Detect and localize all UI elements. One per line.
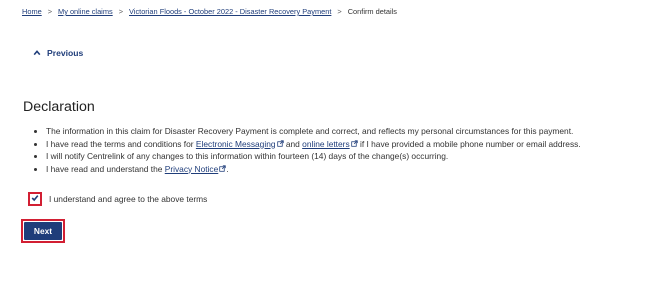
previous-label: Previous xyxy=(47,48,84,58)
external-link-icon xyxy=(276,139,284,147)
breadcrumb-payment-link[interactable]: Victorian Floods - October 2022 - Disast… xyxy=(129,7,331,16)
checkmark-icon xyxy=(31,195,39,202)
electronic-messaging-link-label: Electronic Messaging xyxy=(195,138,276,149)
breadcrumb-home-link[interactable]: Home xyxy=(22,7,42,16)
next-button-focus-ring: Next xyxy=(21,219,65,243)
external-link-icon xyxy=(350,139,358,147)
breadcrumb-separator: > xyxy=(47,7,53,16)
chevron-up-icon xyxy=(33,50,41,56)
declaration-item-text: and xyxy=(283,138,303,149)
declaration-item: The information in this claim for Disast… xyxy=(46,125,646,138)
declaration-item-text: The information in this claim for Disast… xyxy=(46,126,574,136)
breadcrumb: Home > My online claims > Victorian Floo… xyxy=(22,7,397,16)
online-letters-link-label: online letters xyxy=(302,138,350,149)
breadcrumb-current: Confirm details xyxy=(347,7,398,16)
online-letters-link[interactable]: online letters xyxy=(302,139,358,149)
declaration-item: I will notify Centrelink of any changes … xyxy=(46,150,646,163)
privacy-notice-link[interactable]: Privacy Notice xyxy=(165,164,227,174)
declaration-item: I have read and understand the Privacy N… xyxy=(46,163,646,176)
next-button[interactable]: Next xyxy=(24,222,62,240)
breadcrumb-claims-link[interactable]: My online claims xyxy=(58,7,113,16)
privacy-notice-link-label: Privacy Notice xyxy=(164,163,219,174)
declaration-item-text: . xyxy=(226,163,229,174)
declaration-item: I have read the terms and conditions for… xyxy=(46,138,646,151)
declaration-item-text: I will notify Centrelink of any changes … xyxy=(46,151,449,161)
breadcrumb-separator: > xyxy=(118,7,124,16)
declaration-item-text: I have read the terms and conditions for xyxy=(46,138,196,149)
agree-terms-checkbox[interactable] xyxy=(28,192,42,206)
previous-button[interactable]: Previous xyxy=(33,48,83,58)
agree-terms-label: I understand and agree to the above term… xyxy=(49,194,208,204)
breadcrumb-separator: > xyxy=(337,7,342,16)
declaration-list: The information in this claim for Disast… xyxy=(23,125,646,175)
declaration-item-text: if I have provided a mobile phone number… xyxy=(357,138,581,149)
declaration-item-text: I have read and understand the xyxy=(46,163,165,174)
declaration-heading: Declaration xyxy=(23,99,95,115)
electronic-messaging-link[interactable]: Electronic Messaging xyxy=(196,139,284,149)
agree-terms-row[interactable]: I understand and agree to the above term… xyxy=(28,192,207,206)
